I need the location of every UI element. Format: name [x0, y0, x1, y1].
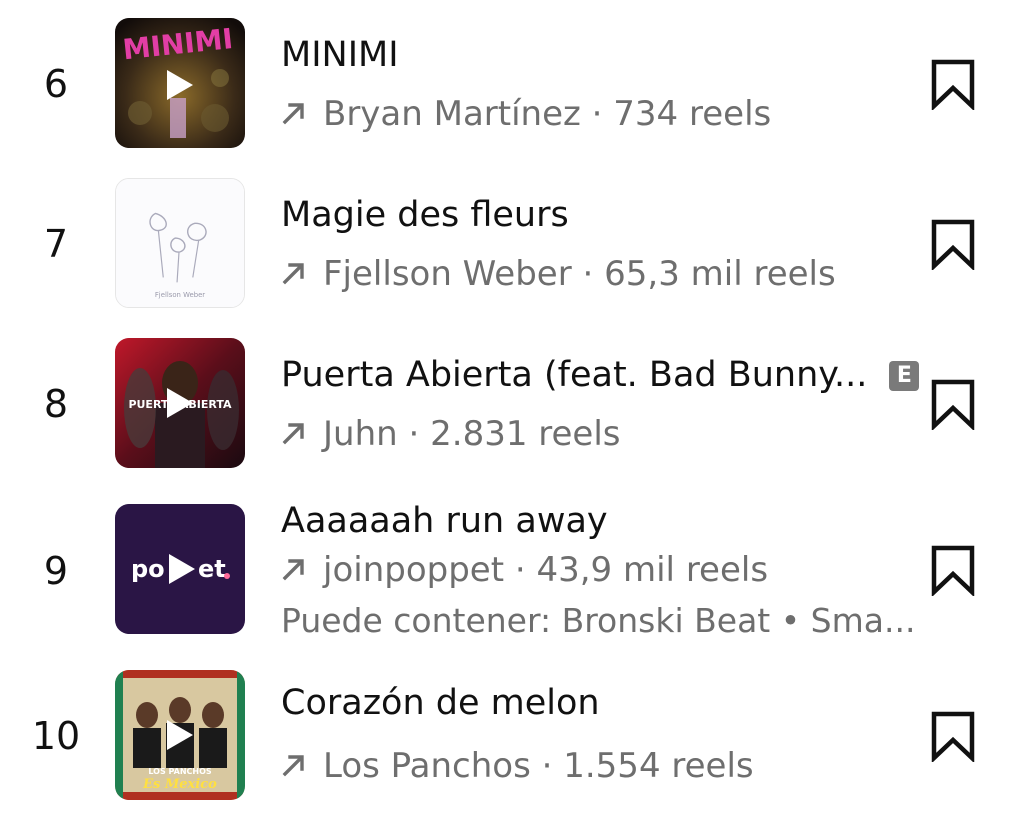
reels-count: 734 reels	[613, 94, 772, 134]
song-title: Puerta Abierta (feat. Bad Bunny... E	[281, 355, 920, 395]
song-title: Magie des fleurs	[281, 195, 569, 235]
trending-arrow-icon	[282, 558, 304, 581]
list-item[interactable]: 8 PUERTA ABIERTA Puerta Abierta (feat. B…	[0, 338, 1024, 468]
artist-name[interactable]: Fjellson Weber	[323, 255, 572, 293]
trending-arrow-icon	[282, 262, 304, 285]
reels-count: 43,9 mil reels	[536, 550, 769, 590]
song-title-text: Puerta Abierta (feat. Bad Bunny...	[281, 355, 868, 395]
list-item[interactable]: 7 Fjellson Weber Magie des fleurs Fjells…	[0, 178, 1024, 308]
separator: ·	[580, 94, 614, 134]
rank-number: 10	[31, 714, 81, 758]
cover-logo-left: po	[131, 555, 165, 583]
list-item[interactable]: 6 MINIMI MINIMI Bryan Martínez · 734 ree…	[0, 18, 1024, 148]
separator: ·	[571, 254, 605, 294]
artist-name[interactable]: Bryan Martínez	[323, 95, 581, 133]
song-title: Corazón de melon	[281, 683, 600, 723]
list-item[interactable]: 10 LOS PANCHOS Es Mexico Corazón de melo…	[0, 670, 1024, 800]
song-title: MINIMI	[281, 35, 399, 75]
song-meta: Los Panchos · 1.554 reels	[281, 746, 754, 786]
bookmark-icon[interactable]	[930, 710, 976, 762]
bookmark-icon[interactable]	[930, 544, 976, 596]
explicit-badge: E	[889, 361, 920, 391]
trending-arrow-icon	[282, 102, 304, 125]
album-cover[interactable]: LOS PANCHOS Es Mexico	[115, 670, 245, 800]
separator: ·	[530, 746, 564, 786]
cover-logo-right: et	[198, 555, 226, 583]
song-meta: Bryan Martínez · 734 reels	[281, 94, 772, 134]
song-meta: Juhn · 2.831 reels	[281, 414, 621, 454]
separator: ·	[397, 414, 431, 454]
cover-title-top: LOS PANCHOS	[148, 767, 212, 776]
rank-number: 6	[43, 62, 69, 106]
cover-title-bottom: Es Mexico	[142, 777, 217, 792]
artist-name[interactable]: Juhn	[323, 415, 398, 453]
artist-name[interactable]: joinpoppet	[323, 551, 504, 589]
reels-count: 1.554 reels	[563, 746, 754, 786]
album-cover[interactable]: Fjellson Weber	[115, 178, 245, 308]
rank-number: 8	[43, 382, 69, 426]
bookmark-icon[interactable]	[930, 378, 976, 430]
artist-name[interactable]: Los Panchos	[323, 747, 531, 785]
reels-count: 2.831 reels	[430, 414, 621, 454]
rank-number: 9	[43, 549, 69, 593]
song-meta: Fjellson Weber · 65,3 mil reels	[281, 254, 836, 294]
album-cover[interactable]: PUERTA ABIERTA	[115, 338, 245, 468]
bookmark-icon[interactable]	[930, 58, 976, 110]
song-meta: joinpoppet · 43,9 mil reels	[281, 550, 769, 590]
may-contain-note: Puede contener: Bronski Beat • Sma...	[281, 601, 916, 640]
bookmark-icon[interactable]	[930, 218, 976, 270]
song-title: Aaaaaah run away	[281, 501, 608, 541]
trending-audio-list: 6 MINIMI MINIMI Bryan Martínez · 734 ree…	[0, 0, 1024, 817]
rank-number: 7	[43, 222, 69, 266]
cover-artist: Fjellson Weber	[155, 291, 205, 299]
separator: ·	[504, 550, 537, 590]
reels-count: 65,3 mil reels	[604, 254, 836, 294]
album-cover[interactable]: po et	[115, 504, 245, 634]
album-cover[interactable]: MINIMI	[115, 18, 245, 148]
list-item[interactable]: 9 po et Aaaaaah run away joinpoppet · 43…	[0, 501, 1024, 639]
trending-arrow-icon	[282, 754, 304, 777]
trending-arrow-icon	[282, 422, 304, 445]
